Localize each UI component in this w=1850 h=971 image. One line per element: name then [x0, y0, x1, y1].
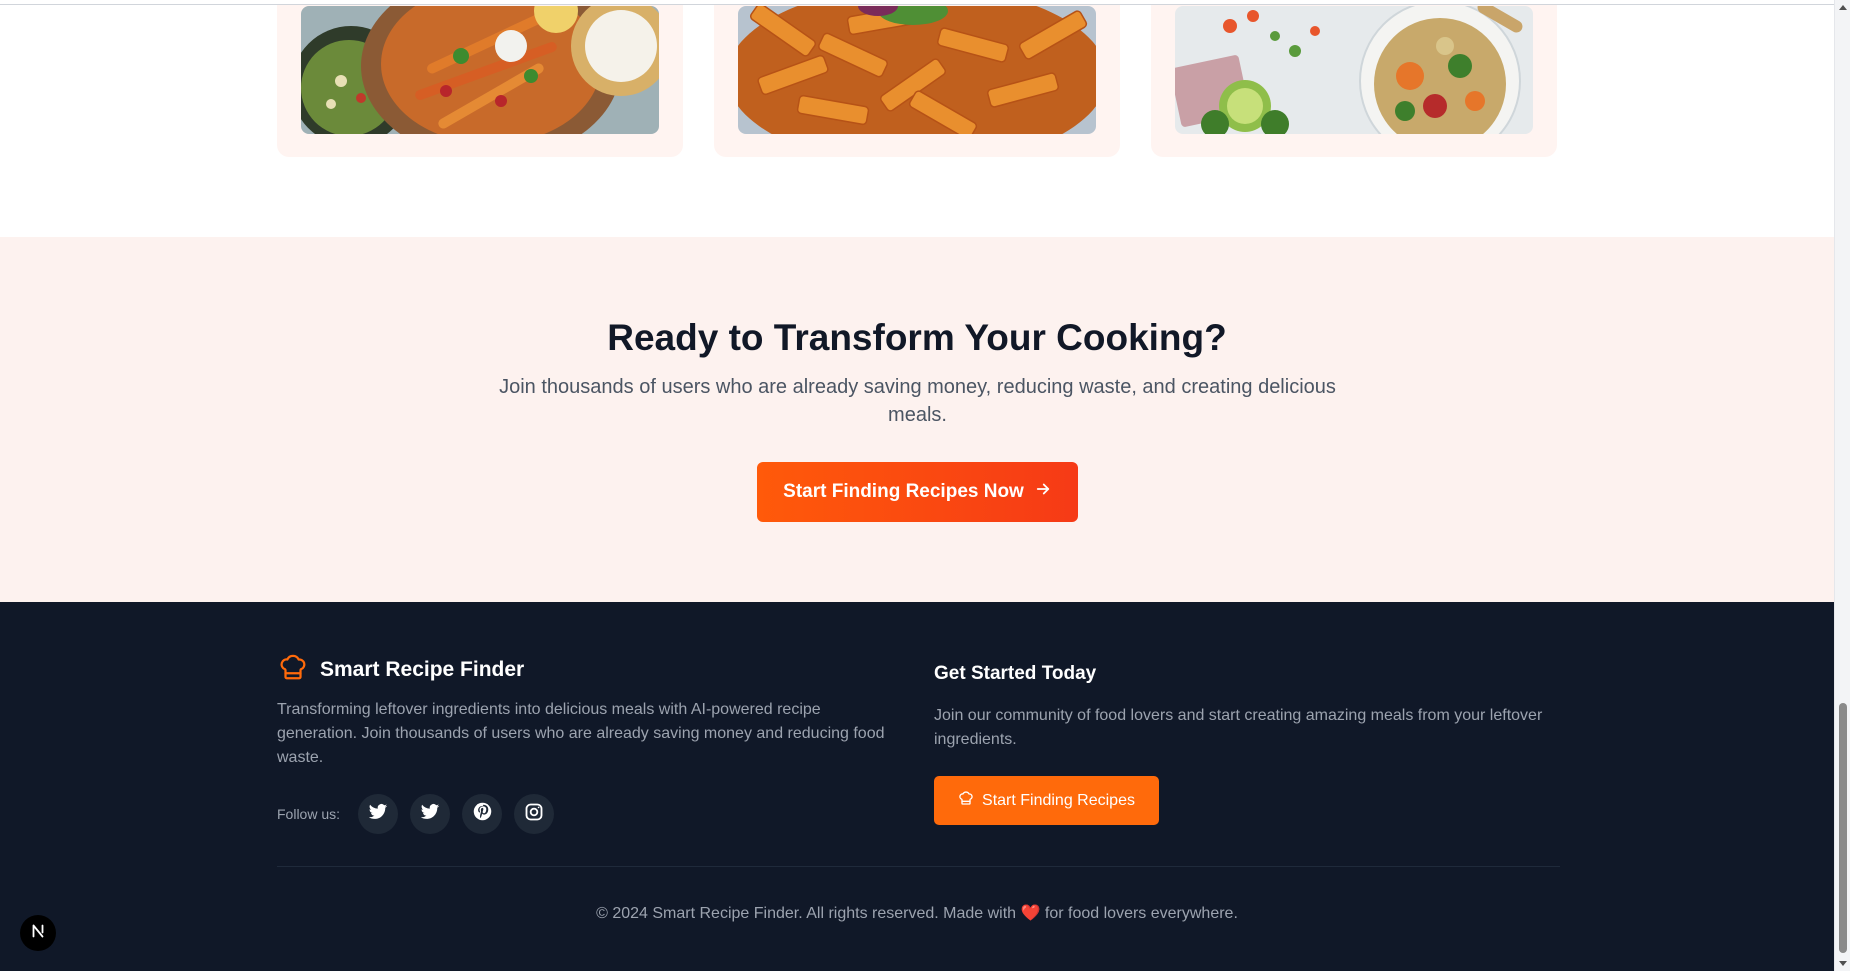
scroll-down-arrow-icon[interactable] — [1839, 961, 1847, 966]
top-border — [0, 0, 1834, 5]
start-finding-recipes-button[interactable]: Start Finding Recipes — [934, 776, 1159, 825]
page: Ready to Transform Your Cooking? Join th… — [0, 0, 1834, 971]
get-started-title: Get Started Today — [934, 663, 1097, 684]
pinterest-link[interactable] — [462, 794, 503, 834]
chef-hat-icon — [278, 652, 308, 687]
instagram-icon — [524, 802, 544, 827]
cta-section: Ready to Transform Your Cooking? Join th… — [0, 237, 1834, 602]
penne-pasta-photo — [738, 6, 1096, 134]
recipe-card[interactable] — [277, 0, 683, 157]
cta-title: Ready to Transform Your Cooking? — [607, 317, 1227, 358]
chef-hat-icon — [958, 790, 974, 811]
twitter-icon — [420, 802, 440, 827]
footer-divider — [277, 866, 1560, 867]
vegetable-bowl-photo — [1175, 6, 1533, 134]
copyright-text-left: © 2024 Smart Recipe Finder. All rights r… — [596, 905, 1017, 922]
nextjs-dev-badge[interactable] — [20, 915, 56, 951]
twitter-link[interactable] — [410, 794, 451, 834]
recipe-card[interactable] — [714, 0, 1120, 157]
social-links: Follow us: — [277, 794, 555, 834]
arrow-right-icon — [1034, 480, 1052, 504]
footer-brand[interactable]: Smart Recipe Finder — [278, 652, 524, 687]
instagram-link[interactable] — [514, 794, 555, 834]
recipe-card[interactable] — [1151, 0, 1557, 157]
page-scrollbar[interactable] — [1834, 0, 1850, 971]
heart-icon: ❤️ — [1020, 905, 1041, 922]
pinterest-icon — [472, 801, 493, 827]
start-finding-recipes-now-button[interactable]: Start Finding Recipes Now — [757, 462, 1078, 522]
copyright-text-right: for food lovers everywhere. — [1044, 905, 1238, 922]
footer: Smart Recipe Finder Transforming leftove… — [0, 602, 1834, 971]
fajitas-food-photo — [301, 6, 659, 134]
get-started-button-label: Start Finding Recipes — [982, 791, 1135, 809]
scroll-up-arrow-icon[interactable] — [1839, 5, 1847, 10]
twitter-icon — [368, 802, 388, 827]
footer-description: Transforming leftover ingredients into d… — [277, 701, 885, 766]
copyright: © 2024 Smart Recipe Finder. All rights r… — [0, 903, 1834, 923]
twitter-link[interactable] — [358, 794, 399, 834]
cta-subtitle: Join thousands of users who are already … — [499, 376, 1336, 426]
footer-brand-name: Smart Recipe Finder — [320, 657, 525, 681]
get-started-description: Join our community of food lovers and st… — [934, 707, 1543, 748]
cta-button-label: Start Finding Recipes Now — [783, 481, 1024, 502]
scrollbar-thumb[interactable] — [1839, 703, 1847, 953]
follow-label: Follow us: — [277, 806, 341, 822]
nextjs-logo-icon — [30, 923, 46, 944]
